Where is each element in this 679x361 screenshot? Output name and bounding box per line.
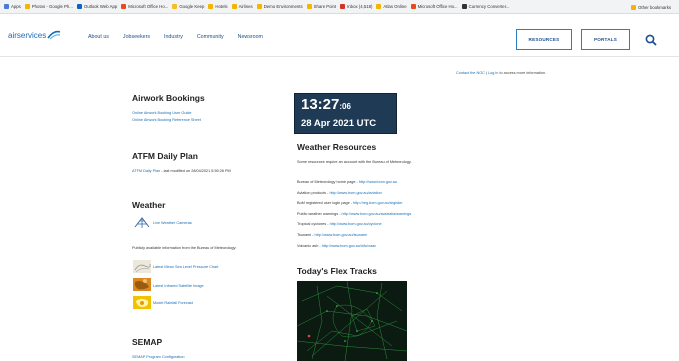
weather-resource-link[interactable]: http://www.bom.gov.au/aviation [329, 191, 381, 195]
bookmark-favicon-icon [410, 4, 416, 9]
weather-resource-row: Bureau of Meteorology home page - http:/… [297, 180, 397, 184]
weather-resource-link[interactable]: http://www.bom.gov.au/info/vaac [322, 244, 376, 248]
live-weather-cameras-link[interactable]: Live Weather Cameras [153, 221, 192, 225]
model-rainfall-link[interactable]: Model Rainfall Forecast [153, 301, 193, 305]
semap-config-link[interactable]: SEMAP Program Configuration [132, 355, 184, 359]
bookmark-favicon-icon [231, 4, 237, 9]
bookmark-favicon-icon [256, 4, 262, 9]
portals-button[interactable]: PORTALS [581, 29, 630, 50]
bookmark-favicon-icon [4, 4, 9, 9]
weather-resource-row: Tsunami - http://www.bom.gov.au/tsunami [297, 233, 367, 237]
bookmark-item[interactable]: Currency Converter... [461, 4, 509, 9]
bom-public-info-text: Publicly available information from the … [132, 246, 237, 250]
weather-resource-row: Public weather warnings - http://www.bom… [297, 211, 412, 216]
bookmark-item[interactable]: Hotels [208, 4, 228, 9]
bookmark-item[interactable]: Outlook Web App [76, 4, 117, 9]
bookmark-item[interactable]: Apps [4, 4, 21, 9]
bookmarks-right: Other bookmarks [631, 0, 675, 14]
utc-clock: 13:27:06 28 Apr 2021 UTC [294, 93, 397, 134]
bookmark-favicon-icon [24, 4, 30, 9]
bookmark-favicon-icon [306, 4, 312, 9]
bookmark-item[interactable]: Demo Environments [256, 4, 303, 9]
bookmark-favicon-icon [208, 4, 214, 9]
bookmark-favicon-icon [76, 4, 82, 9]
weather-resource-link[interactable]: http://www.bom.gov.au/tsunami [315, 233, 367, 237]
weather-resource-row: Aviation products - http://www.bom.gov.a… [297, 190, 382, 195]
logo-swoosh-icon [47, 30, 61, 40]
bookmark-item[interactable]: Inbox (4,518) [340, 4, 372, 9]
bookmark-item[interactable]: Photos - Google Ph... [24, 4, 73, 9]
weather-resource-row: Volcanic ash - http://www.bom.gov.au/inf… [297, 243, 377, 248]
weather-resource-link[interactable]: http://reg.bom.gov.au/register [353, 201, 402, 205]
nav-community[interactable]: Community [197, 34, 224, 40]
satellite-image-icon [133, 278, 151, 291]
weather-title: Weather [132, 200, 166, 210]
mslp-chart-link[interactable]: Latest Mean Sea Level Pressure Chart [153, 265, 218, 269]
main-nav: About us Jobseekers Industry Community N… [88, 34, 277, 40]
clock-date: 28 Apr 2021 UTC [301, 118, 377, 129]
search-icon[interactable] [645, 34, 657, 46]
bookmark-item[interactable]: Google Keep [172, 4, 204, 9]
airservices-logo[interactable]: airservices [8, 30, 61, 40]
weather-resource-link[interactable]: http://www.bom.gov.au [359, 180, 397, 184]
nav-jobseekers[interactable]: Jobseekers [123, 34, 150, 40]
clock-time: 13:27:06 [301, 96, 351, 113]
flex-tracks-title: Today's Flex Tracks [297, 266, 377, 276]
weather-resources-intro: Some resources require an account with t… [297, 160, 412, 164]
bookmarks-bar: Apps Photos - Google Ph... Outlook Web App… [0, 0, 679, 14]
pressure-chart-icon [133, 260, 151, 273]
flex-tracks-map[interactable] [297, 281, 407, 361]
weather-resource-row: BoM registered user login page - http://… [297, 201, 403, 206]
bookmark-favicon-icon [461, 4, 467, 9]
weather-resources-title: Weather Resources [297, 142, 377, 152]
weather-resource-link[interactable]: http://www.bom.gov.au/australia/warnings [342, 212, 412, 216]
rainfall-forecast-icon [133, 296, 151, 309]
noc-login-notice: Contact the NOC | Log in to access more … [456, 71, 547, 75]
resources-button[interactable]: RESOURCES [516, 29, 572, 50]
weather-resource-link[interactable]: http://www.bom.gov.au/cyclone [330, 222, 382, 226]
infrared-satellite-link[interactable]: Latest Infrared Satellite Image [153, 284, 204, 288]
atfm-daily-plan-link[interactable]: ATFM Daily Plan [132, 169, 160, 173]
bookmark-favicon-icon [340, 4, 346, 9]
nav-about-us[interactable]: About us [88, 34, 109, 40]
login-link[interactable]: Log in [488, 71, 498, 75]
atfm-line: ATFM Daily Plan - last modified on 28/04… [132, 169, 231, 173]
bookmark-favicon-icon [121, 4, 127, 9]
bookmark-other[interactable]: Other bookmarks [631, 4, 671, 10]
airwork-bookings-title: Airwork Bookings [132, 93, 205, 103]
bookmark-item[interactable]: Airlines [231, 4, 253, 9]
bookmark-item[interactable]: Share Point [306, 4, 336, 9]
atfm-daily-plan-title: ATFM Daily Plan [132, 151, 198, 161]
semap-title: SEMAP [132, 337, 163, 347]
bookmark-favicon-icon [172, 4, 178, 9]
weather-camera-icon [134, 217, 150, 228]
contact-noc-link[interactable]: Contact the NOC [456, 71, 485, 75]
airwork-user-guide-link[interactable]: Online Airwork Booking User Guide [132, 111, 192, 115]
bookmark-favicon-icon [376, 4, 382, 9]
nav-newsroom[interactable]: Newsroom [238, 34, 263, 40]
site-header: airservices About us Jobseekers Industry… [0, 14, 679, 57]
nav-industry[interactable]: Industry [164, 34, 183, 40]
bookmark-item[interactable]: Microsoft Office Ho... [410, 4, 458, 9]
folder-icon [631, 4, 637, 10]
bookmark-item[interactable]: Atlas Online [376, 4, 407, 9]
flex-tracks-map-image [297, 281, 407, 361]
airwork-reference-sheet-link[interactable]: Online Airwork Booking Reference Sheet [132, 118, 201, 122]
bookmark-item[interactable]: Microsoft Office Ho... [121, 4, 168, 9]
weather-resource-row: Tropical cyclones - http://www.bom.gov.a… [297, 222, 382, 227]
